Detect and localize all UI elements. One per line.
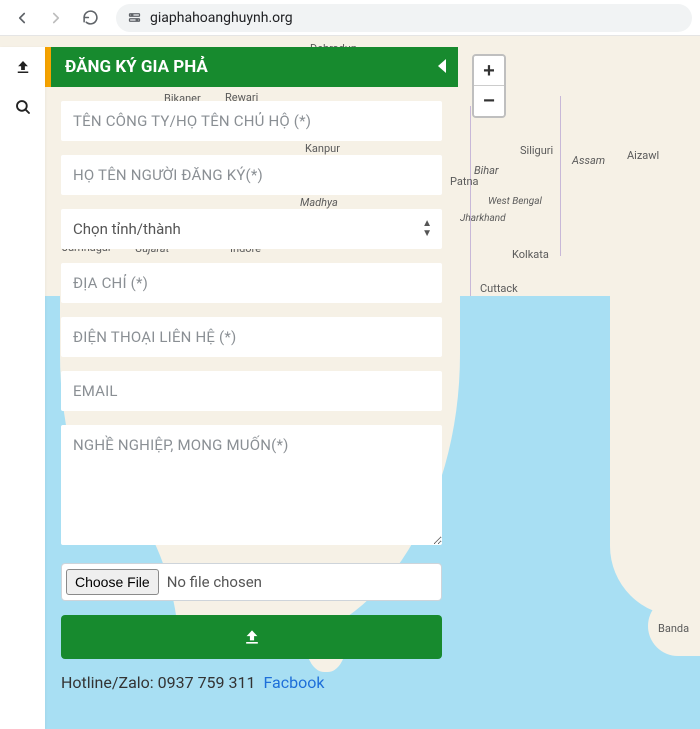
phone-input[interactable] <box>61 317 442 357</box>
registration-panel: ĐĂNG KÝ GIA PHẢ Chọn tỉnh/thành ▲▼ Choos… <box>45 47 458 710</box>
search-tab-icon[interactable] <box>0 87 45 127</box>
upload-icon <box>242 627 262 647</box>
zoom-out-button[interactable]: − <box>474 86 504 116</box>
submit-button[interactable] <box>61 615 442 659</box>
forward-button[interactable] <box>42 4 70 32</box>
email-input[interactable] <box>61 371 442 411</box>
site-settings-icon[interactable] <box>126 10 142 26</box>
back-button[interactable] <box>8 4 36 32</box>
panel-title: ĐĂNG KÝ GIA PHẢ <box>65 57 208 77</box>
browser-toolbar: giaphahoanghuynh.org <box>0 0 700 36</box>
upload-tab-icon[interactable] <box>0 47 45 87</box>
province-select[interactable]: Chọn tỉnh/thành <box>61 209 442 249</box>
notes-textarea[interactable] <box>61 425 442 545</box>
registrant-name-input[interactable] <box>61 155 442 195</box>
hotline-number: 0937 759 311 <box>158 673 256 692</box>
address-bar[interactable]: giaphahoanghuynh.org <box>116 4 692 32</box>
facebook-link[interactable]: Facbook <box>263 673 324 692</box>
zoom-in-button[interactable]: + <box>474 56 504 86</box>
choose-file-button[interactable]: Choose File <box>66 569 159 595</box>
hotline-text: Hotline/Zalo: 0937 759 311 Facbook <box>61 673 442 692</box>
reload-button[interactable] <box>76 4 104 32</box>
company-input[interactable] <box>61 101 442 141</box>
file-status-label: No file chosen <box>167 573 262 591</box>
url-text: giaphahoanghuynh.org <box>150 10 293 26</box>
panel-header: ĐĂNG KÝ GIA PHẢ <box>45 47 458 87</box>
collapse-icon[interactable] <box>438 59 446 73</box>
left-toolbar <box>0 47 45 729</box>
file-input-row[interactable]: Choose File No file chosen <box>61 563 442 601</box>
zoom-control: + − <box>472 54 506 118</box>
address-input[interactable] <box>61 263 442 303</box>
